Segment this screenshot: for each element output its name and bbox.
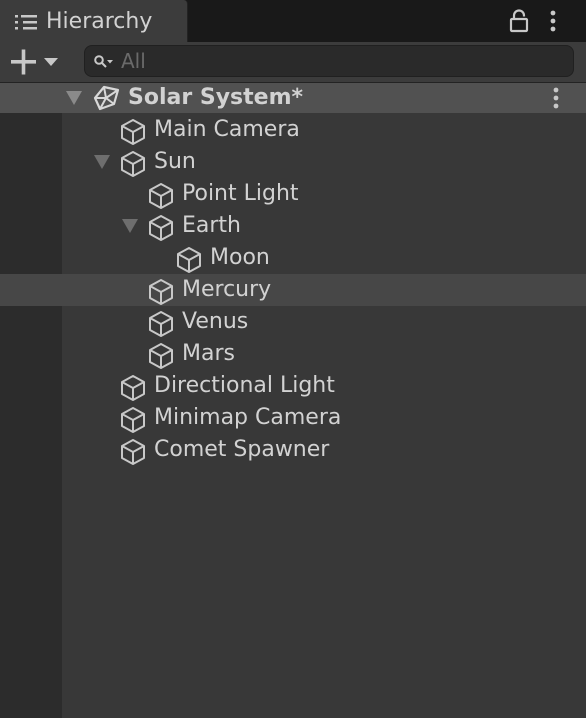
tree-item-label: Minimap Camera [154,405,342,430]
tree-item-row[interactable]: Mars [0,338,586,370]
tree-item-label: Mars [182,341,235,366]
tree-item-row[interactable]: Main Camera [0,114,586,146]
cube-icon [149,311,173,337]
tree-item-label: Comet Spawner [154,437,330,462]
tree-item-label: Directional Light [154,373,335,398]
tree-item-row[interactable]: Point Light [0,178,586,210]
cube-icon [149,215,173,241]
expanded-arrow-icon[interactable] [94,155,110,169]
hierarchy-tree: Solar System* Main Camera Sun Point Light E… [0,83,586,718]
cube-icon [121,119,145,145]
tree-item-row[interactable]: Earth [0,210,586,242]
cube-icon [149,343,173,369]
unity-logo-icon [93,85,120,111]
cube-icon [121,407,145,433]
hierarchy-window: Hierarchy All Solar System* Main Camera … [0,0,586,718]
tab-hierarchy[interactable]: Hierarchy [0,0,188,42]
search-icon [94,55,113,68]
tree-item-row[interactable]: Moon [0,242,586,274]
cube-icon [149,183,173,209]
tree-item-row[interactable]: Mercury [0,274,586,306]
scene-header-row[interactable]: Solar System* [0,83,586,113]
tree-item-label: Earth [182,213,241,238]
kebab-menu-icon[interactable] [549,87,563,109]
expanded-arrow-icon[interactable] [66,91,82,105]
tree-item-row[interactable]: Venus [0,306,586,338]
tree-item-label: Point Light [182,181,299,206]
expanded-arrow-icon[interactable] [122,219,138,233]
tree-item-row[interactable]: Directional Light [0,370,586,402]
tree-item-row[interactable]: Comet Spawner [0,434,586,466]
chevron-down-icon [44,58,58,66]
cube-icon [121,375,145,401]
cube-icon [121,439,145,465]
plus-icon [11,49,36,75]
tree-item-label: Moon [210,245,270,270]
tree-item-label: Sun [154,149,196,174]
kebab-menu-icon[interactable] [546,10,560,32]
tree-item-row[interactable]: Sun [0,146,586,178]
toolbar [0,42,586,83]
tab-title: Hierarchy [46,9,153,34]
tab-bar: Hierarchy [0,0,586,42]
tree-item-label: Mercury [182,277,272,302]
tree-item-label: Main Camera [154,117,300,142]
scene-name: Solar System* [128,85,304,110]
hierarchy-list-icon [15,15,37,30]
cube-icon [149,279,173,305]
cube-icon [121,151,145,177]
add-dropdown-button[interactable] [8,46,64,78]
search-box[interactable] [84,45,574,77]
lock-icon[interactable] [508,9,530,33]
tree-item-row[interactable]: Minimap Camera [0,402,586,434]
search-input[interactable] [121,48,561,74]
tree-item-label: Venus [182,309,249,334]
cube-icon [177,247,201,273]
